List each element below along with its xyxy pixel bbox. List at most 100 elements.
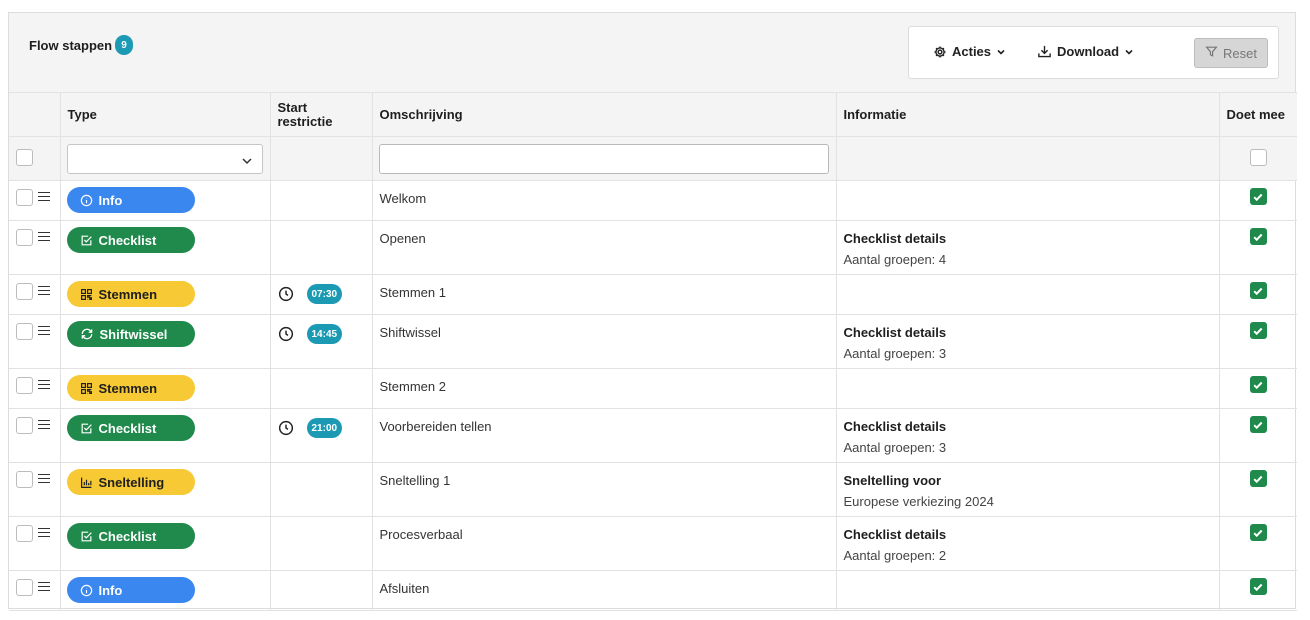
doet-mee-filter-checkbox[interactable] [1249, 148, 1267, 166]
type-badge-checklist[interactable]: Checklist [66, 227, 195, 253]
doet-mee-checkbox[interactable] [1249, 376, 1267, 393]
info-title: Checklist details [843, 231, 947, 246]
row-checkbox[interactable] [16, 471, 33, 488]
type-badge-label: Info [98, 582, 123, 598]
reset-button[interactable]: Reset [1194, 38, 1268, 68]
checklist-icon [80, 422, 93, 435]
type-badge-label: Info [98, 192, 123, 208]
table-row[interactable]: Info Welkom [9, 180, 1297, 221]
row-select-cell [9, 368, 61, 409]
type-badge-sneltelling[interactable]: Sneltelling [66, 469, 195, 495]
doet-mee-cell [1218, 220, 1297, 275]
doet-mee-checkbox[interactable] [1249, 282, 1267, 299]
informatie-cell: Checklist details Aantal groepen: 3 [835, 408, 1220, 463]
select-all-checkbox[interactable] [16, 148, 33, 166]
acties-label: Acties [952, 44, 992, 59]
step-count-badge: 9 [115, 35, 134, 55]
informatie-cell [835, 180, 1220, 221]
drag-handle-icon[interactable] [38, 323, 50, 338]
filter-icon [1205, 45, 1218, 61]
doet-mee-checkbox[interactable] [1249, 416, 1267, 433]
doet-mee-checkbox[interactable] [1249, 470, 1267, 487]
type-badge-stemmen[interactable]: Stemmen [66, 375, 195, 401]
drag-handle-icon[interactable] [38, 579, 50, 594]
row-checkbox[interactable] [16, 417, 33, 434]
drag-handle-icon[interactable] [38, 229, 50, 244]
table-row[interactable]: Shiftwissel 14:45 Shiftwissel Checklist det… [9, 314, 1297, 369]
drag-handle-icon[interactable] [38, 283, 50, 298]
row-select-cell [9, 570, 61, 611]
info-icon [80, 194, 93, 207]
type-cell: Info [59, 570, 271, 611]
doet-mee-checkbox[interactable] [1249, 188, 1267, 205]
doet-mee-checkbox[interactable] [1249, 578, 1267, 595]
table-header-row: Type Start restrictie Omschrijving Infor… [9, 92, 1297, 137]
omschrijving-cell: Sneltelling 1 [371, 462, 837, 517]
start-restrictie-cell [269, 570, 373, 611]
table-row[interactable]: Sneltelling Sneltelling 1 Sneltelling voor… [9, 462, 1297, 517]
type-badge-shiftwissel[interactable]: Shiftwissel [66, 321, 195, 347]
chevron-down-icon [996, 47, 1006, 57]
doet-mee-checkbox[interactable] [1249, 524, 1267, 541]
start-time-badge: 07:30 [306, 284, 343, 304]
start-restrictie-cell [269, 368, 373, 409]
type-badge-checklist[interactable]: Checklist [66, 523, 195, 549]
row-checkbox[interactable] [16, 377, 33, 394]
column-header-informatie[interactable]: Informatie [835, 92, 1220, 137]
type-cell: Shiftwissel [59, 314, 271, 369]
start-restrictie-cell [269, 516, 373, 571]
checklist-icon [80, 530, 93, 543]
download-button[interactable]: Download [1037, 44, 1134, 59]
filter-select-all-cell [9, 136, 61, 181]
drag-handle-icon[interactable] [38, 377, 50, 392]
omschrijving-filter-input[interactable] [378, 143, 829, 174]
column-header-omschrijving[interactable]: Omschrijving [371, 92, 837, 137]
row-checkbox[interactable] [16, 283, 33, 300]
column-header-doet-mee[interactable]: Doet mee [1218, 92, 1297, 137]
table-row[interactable]: Checklist Openen Checklist details Aantal g… [9, 220, 1297, 275]
row-checkbox[interactable] [16, 525, 33, 542]
row-checkbox[interactable] [16, 323, 33, 340]
row-checkbox[interactable] [16, 229, 33, 246]
type-badge-stemmen[interactable]: Stemmen [66, 281, 195, 307]
row-checkbox[interactable] [16, 189, 33, 206]
type-badge-info[interactable]: Info [66, 187, 195, 213]
info-subtitle: Aantal groepen: 4 [843, 252, 947, 267]
start-time-badge: 21:00 [306, 418, 343, 438]
row-checkbox[interactable] [16, 579, 33, 596]
type-badge-label: Checklist [98, 528, 157, 544]
doet-mee-checkbox[interactable] [1249, 228, 1267, 245]
info-icon [80, 584, 93, 597]
drag-handle-icon[interactable] [38, 417, 50, 432]
table-row[interactable]: Checklist Procesverbaal Checklist details A… [9, 516, 1297, 571]
table-row[interactable]: Stemmen 07:30 Stemmen 1 [9, 274, 1297, 315]
qr-code-icon [80, 288, 93, 301]
acties-button[interactable]: Acties [933, 44, 1006, 59]
page-title-text: Flow stappen [29, 37, 113, 53]
column-header-start-restrictie[interactable]: Start restrictie [269, 92, 373, 137]
table-row[interactable]: Checklist 21:00 Voorbereiden tellen Checkli… [9, 408, 1297, 463]
clock-icon [278, 420, 294, 436]
row-select-cell [9, 516, 61, 571]
table-row[interactable]: Stemmen Stemmen 2 [9, 368, 1297, 409]
drag-handle-icon[interactable] [38, 525, 50, 540]
type-cell: Info [59, 180, 271, 221]
table-row[interactable]: Info Afsluiten [9, 570, 1297, 611]
column-header-type[interactable]: Type [59, 92, 271, 137]
chevron-down-icon [241, 157, 252, 164]
doet-mee-cell [1218, 274, 1297, 315]
type-badge-label: Checklist [98, 420, 157, 436]
type-badge-checklist[interactable]: Checklist [66, 415, 195, 441]
doet-mee-checkbox[interactable] [1249, 322, 1267, 339]
row-select-cell [9, 314, 61, 369]
type-filter-select[interactable] [66, 143, 263, 174]
info-subtitle: Aantal groepen: 3 [843, 440, 947, 455]
type-badge-label: Sneltelling [98, 474, 165, 490]
select-column-header [9, 92, 61, 137]
omschrijving-filter-cell [371, 136, 837, 181]
type-badge-label: Shiftwissel [99, 326, 168, 342]
drag-handle-icon[interactable] [38, 189, 50, 204]
drag-handle-icon[interactable] [38, 471, 50, 486]
type-badge-info[interactable]: Info [66, 577, 195, 603]
row-select-cell [9, 274, 61, 315]
